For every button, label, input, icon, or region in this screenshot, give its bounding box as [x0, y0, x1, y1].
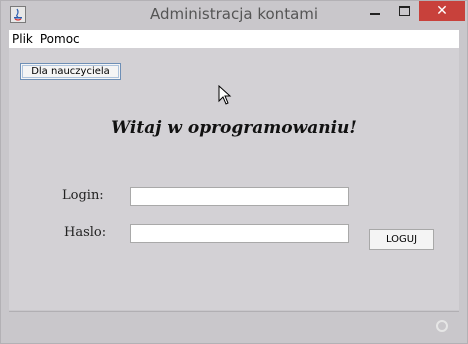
password-label: Haslo: [64, 225, 107, 240]
main-panel: Dla nauczyciela Witaj w oprogramowaniu! … [9, 48, 459, 310]
teacher-button[interactable]: Dla nauczyciela [20, 63, 121, 80]
welcome-heading: Witaj w oprogramowaniu! [111, 118, 357, 138]
menu-item-plik[interactable]: Plik [9, 30, 36, 48]
resize-grip-icon[interactable] [435, 319, 449, 333]
close-button[interactable]: ✕ [419, 1, 465, 21]
login-field[interactable] [130, 187, 349, 206]
maximize-button[interactable] [390, 1, 418, 21]
minimize-button[interactable] [361, 1, 389, 21]
maximize-icon [398, 6, 410, 16]
login-button[interactable]: LOGUJ [369, 229, 434, 250]
title-bar[interactable]: Administracja kontami ✕ [1, 1, 467, 29]
minimize-icon [370, 13, 380, 15]
close-icon: ✕ [436, 3, 448, 19]
password-field[interactable] [130, 224, 349, 243]
menu-item-pomoc[interactable]: Pomoc [37, 30, 83, 48]
login-label: Login: [62, 188, 104, 203]
menu-bar: Plik Pomoc [9, 30, 459, 48]
application-window: Administracja kontami ✕ Plik Pomoc Dla n… [0, 0, 468, 344]
status-bar [9, 311, 459, 337]
mouse-cursor-icon [218, 85, 232, 105]
